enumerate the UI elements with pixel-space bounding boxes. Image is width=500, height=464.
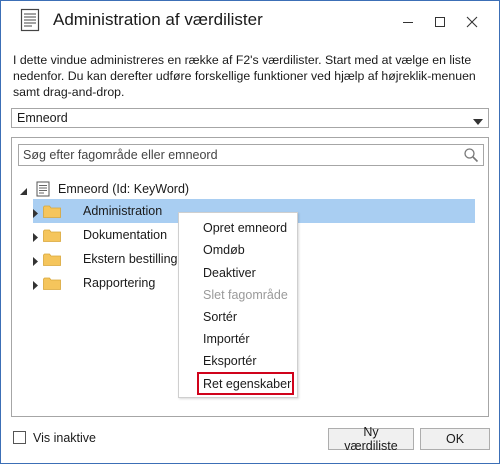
tree-item-label: Ekstern bestilling: [83, 252, 178, 266]
search-input[interactable]: [23, 147, 453, 163]
collapse-arrow-icon[interactable]: [20, 185, 28, 199]
search-icon[interactable]: [463, 147, 479, 166]
menu-item-importer[interactable]: Importér: [203, 332, 250, 350]
minimize-button[interactable]: [399, 13, 417, 31]
description-text: I dette vindue administreres en række af…: [13, 53, 476, 99]
menu-item-slet-fagomraade: Slet fagområde: [203, 288, 288, 302]
tree-root-label: Emneord (Id: KeyWord): [58, 182, 190, 196]
tree-item-label: Administration: [83, 204, 163, 218]
menu-item-sorter[interactable]: Sortér: [203, 310, 237, 328]
tree-root-node[interactable]: Emneord (Id: KeyWord): [18, 180, 318, 198]
menu-item-opret-emneord[interactable]: Opret emneord: [203, 221, 287, 239]
dialog-window: Administration af værdilister I dette vi…: [0, 0, 500, 464]
document-list-icon: [36, 181, 50, 200]
value-list-dropdown[interactable]: Emneord: [11, 108, 489, 128]
maximize-button[interactable]: [431, 13, 449, 31]
search-box: [18, 144, 484, 166]
highlight-annotation-box: [197, 372, 294, 395]
chevron-down-icon: [473, 115, 483, 129]
title-bar: Administration af værdilister: [1, 1, 499, 41]
new-value-list-button[interactable]: Ny værdiliste: [328, 425, 414, 453]
folder-icon: [43, 205, 61, 221]
close-button[interactable]: [463, 13, 481, 31]
show-inactive-checkbox[interactable]: [13, 431, 26, 444]
dropdown-selected-value: Emneord: [17, 111, 68, 125]
expand-arrow-icon[interactable]: [33, 279, 39, 293]
dialog-footer: Vis inaktive Ny værdiliste OK: [1, 421, 499, 461]
document-list-icon: [20, 8, 40, 35]
tree-item-label: Rapportering: [83, 276, 156, 290]
ok-button[interactable]: OK: [420, 428, 490, 450]
minimize-icon: [403, 22, 413, 23]
tree-item-label: Dokumentation: [83, 228, 168, 242]
menu-item-deaktiver[interactable]: Deaktiver: [203, 266, 256, 284]
expand-arrow-icon[interactable]: [33, 255, 39, 269]
close-icon: [466, 16, 478, 28]
folder-icon: [43, 277, 61, 293]
menu-item-eksporter[interactable]: Eksportér: [203, 354, 257, 372]
menu-item-omdoeb[interactable]: Omdøb: [203, 243, 245, 261]
folder-icon: [43, 229, 61, 245]
window-title: Administration af værdilister: [53, 10, 263, 29]
folder-icon: [43, 253, 61, 269]
expand-arrow-icon[interactable]: [33, 207, 39, 221]
show-inactive-label[interactable]: Vis inaktive: [33, 431, 96, 445]
expand-arrow-icon[interactable]: [33, 231, 39, 245]
maximize-icon: [435, 17, 445, 27]
context-menu: Opret emneord Omdøb Deaktiver Slet fagom…: [178, 212, 298, 398]
